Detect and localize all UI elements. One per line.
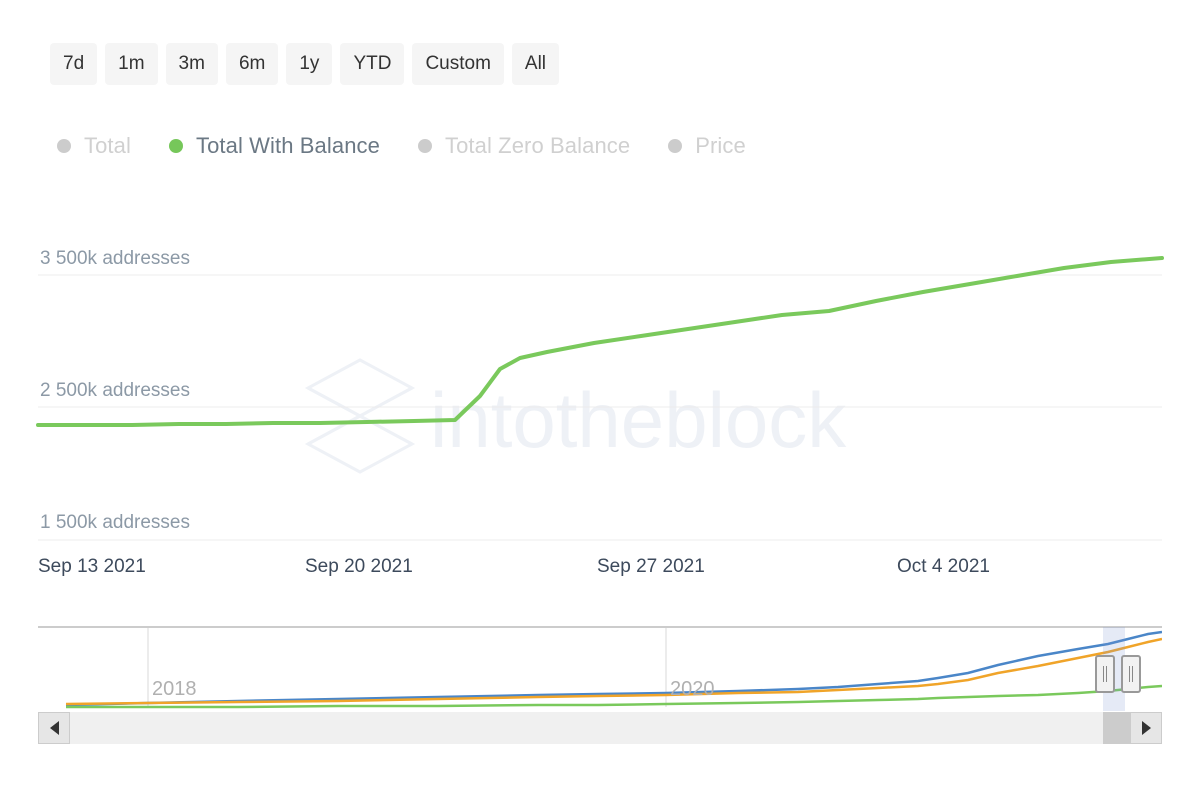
chart-scrollbar[interactable]: [38, 712, 1162, 744]
navigator-series-total: [65, 630, 1163, 707]
legend-dot-icon: [57, 139, 71, 153]
x-axis-label-4: Oct 4 2021: [897, 556, 990, 577]
legend-item-total[interactable]: Total: [57, 133, 131, 159]
chevron-right-icon: [1141, 721, 1151, 735]
y-axis-label-3500k: 3 500k addresses: [40, 248, 190, 269]
navigator-handle-right[interactable]: [1121, 655, 1141, 693]
legend-label: Total Zero Balance: [444, 133, 631, 158]
time-range-selector: 7d 1m 3m 6m 1y YTD Custom All: [50, 43, 560, 85]
range-button-6m[interactable]: 6m: [225, 43, 279, 85]
legend-label: Total: [84, 133, 131, 158]
legend-dot-icon: [417, 139, 432, 153]
scrollbar-thumb[interactable]: [1103, 712, 1130, 744]
series-line-total-with-balance: [36, 256, 1164, 427]
navigator-handle-left[interactable]: [1095, 655, 1115, 693]
legend-dot-icon: [168, 139, 183, 153]
range-button-ytd[interactable]: YTD: [340, 43, 405, 85]
legend-item-total-with-balance[interactable]: Total With Balance: [168, 133, 380, 159]
legend-item-total-zero-balance[interactable]: Total Zero Balance: [417, 133, 631, 159]
y-axis-label-2500k: 2 500k addresses: [40, 380, 190, 401]
scrollbar-right-arrow-button[interactable]: [1130, 712, 1162, 744]
range-button-1y[interactable]: 1y: [286, 43, 333, 85]
range-button-1m[interactable]: 1m: [105, 43, 158, 85]
navigator-year-label-2018: 2018: [152, 678, 197, 700]
chart-navigator[interactable]: [38, 625, 1163, 710]
y-axis-label-1500k: 1 500k addresses: [40, 512, 190, 533]
navigator-year-label-2020: 2020: [670, 678, 715, 700]
x-axis-label-1: Sep 13 2021: [38, 556, 146, 577]
range-button-7d[interactable]: 7d: [50, 43, 98, 85]
legend-label: Price: [695, 133, 746, 158]
legend-label: Total With Balance: [195, 133, 380, 158]
range-button-all[interactable]: All: [511, 43, 560, 85]
range-button-3m[interactable]: 3m: [165, 43, 218, 85]
range-button-custom[interactable]: Custom: [412, 43, 504, 85]
legend-item-price[interactable]: Price: [668, 133, 746, 159]
legend-dot-icon: [668, 139, 683, 153]
x-axis-label-3: Sep 27 2021: [597, 556, 705, 577]
scrollbar-track[interactable]: [70, 712, 1130, 744]
main-chart-plot[interactable]: [0, 230, 1200, 590]
x-axis-label-2: Sep 20 2021: [305, 556, 413, 577]
scrollbar-left-arrow-button[interactable]: [38, 712, 70, 744]
chevron-left-icon: [49, 721, 59, 735]
chart-legend: Total Total With Balance Total Zero Bala…: [57, 133, 746, 159]
